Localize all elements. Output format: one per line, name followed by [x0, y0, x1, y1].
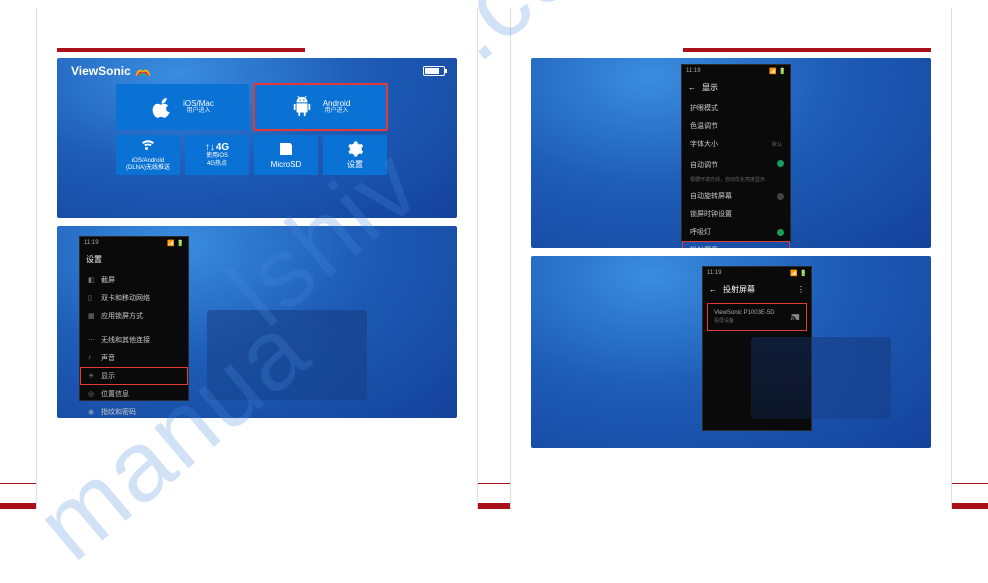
- phone-header: 设置: [80, 250, 188, 269]
- back-icon[interactable]: ←: [709, 285, 717, 294]
- tile-title: Android: [323, 99, 351, 109]
- status-icons: 📶 🔋: [167, 240, 184, 247]
- phone-header[interactable]: ←显示: [682, 78, 790, 97]
- battery-icon: [423, 66, 445, 76]
- phone-header[interactable]: ←投射屏幕 ⋮: [703, 280, 811, 299]
- settings-item[interactable]: ⋯无线和其他连接: [80, 331, 188, 349]
- settings-item[interactable]: ◎位置信息: [80, 385, 188, 403]
- tile-title: iOS/Android: [126, 158, 170, 165]
- status-time: 11:19: [707, 270, 722, 277]
- menu-icon[interactable]: ⋮: [797, 285, 805, 294]
- toggle-on[interactable]: [777, 229, 784, 236]
- tile-sub: (DLNA)无线推送: [126, 165, 170, 172]
- display-item-cast-screen[interactable]: 投射屏幕: [682, 241, 790, 248]
- tile-settings[interactable]: 设置: [323, 135, 387, 175]
- display-item[interactable]: 色温调节: [682, 117, 790, 135]
- settings-item[interactable]: ♪声音: [80, 349, 188, 367]
- viewsonic-logo: ViewSonic: [71, 64, 152, 78]
- status-icons: 📶 🔋: [790, 270, 807, 277]
- tile-sub: 用户进入: [323, 108, 351, 115]
- tile-ios-mac[interactable]: iOS/Mac用户进入: [116, 84, 249, 130]
- cast-icon: [790, 313, 800, 321]
- phone-cast-screenshot: 11:19 📶 🔋 ←投射屏幕 ⋮ ViewSonic P1003E-5D 投屏设…: [531, 256, 931, 448]
- tile-dlna[interactable]: iOS/Android(DLNA)无线推送: [116, 135, 180, 175]
- toggle-off[interactable]: [777, 193, 784, 200]
- page-divider: [683, 48, 931, 52]
- settings-item[interactable]: ▦应用锁屏方式: [80, 307, 188, 325]
- display-item[interactable]: 字体大小默认: [682, 135, 790, 153]
- phone-settings-screenshot: 11:19 📶 🔋 设置 ◧截屏 ▯双卡和移动网络 ▦应用锁屏方式 ⋯无线和其他连…: [57, 226, 457, 418]
- phone-display-screenshot: 11:19 📶 🔋 ←显示 护眼模式 色温调节 字体大小默认 自动调节根据环境光线…: [531, 58, 931, 248]
- device-status: 投屏设备: [714, 316, 775, 324]
- display-item-breathing-light[interactable]: 呼吸灯: [682, 223, 790, 241]
- tile-title: 使用iOS: [206, 153, 228, 160]
- tile-title: iOS/Mac: [183, 99, 214, 109]
- display-item[interactable]: 护眼模式: [682, 99, 790, 117]
- cast-device-entry[interactable]: ViewSonic P1003E-5D 投屏设备: [707, 303, 807, 331]
- tile-sub: 4G热点: [206, 161, 228, 168]
- tile-title: 设置: [347, 160, 363, 170]
- phone-display: 11:19 📶 🔋 ←显示 护眼模式 色温调节 字体大小默认 自动调节根据环境光线…: [681, 64, 791, 242]
- back-icon[interactable]: ←: [688, 83, 696, 92]
- manual-page-right: 11:19 📶 🔋 ←显示 护眼模式 色温调节 字体大小默认 自动调节根据环境光线…: [510, 8, 952, 509]
- page-divider: [57, 48, 305, 52]
- display-item[interactable]: 锁屏时钟设置: [682, 205, 790, 223]
- device-name: ViewSonic P1003E-5D: [714, 310, 775, 316]
- display-item-auto-rotate[interactable]: 自动旋转屏幕: [682, 187, 790, 205]
- display-item-auto-brightness[interactable]: 自动调节根据环境光线，自动优化亮度显示: [682, 156, 790, 187]
- status-time: 11:19: [686, 68, 701, 75]
- tile-title: MicroSD: [271, 160, 302, 170]
- status-time: 11:19: [84, 240, 99, 247]
- phone-settings: 11:19 📶 🔋 设置 ◧截屏 ▯双卡和移动网络 ▦应用锁屏方式 ⋯无线和其他连…: [79, 236, 189, 401]
- settings-item[interactable]: ◉指纹和密码: [80, 403, 188, 418]
- projector-home-screenshot: ViewSonic iOS/Mac用户进入 Android用户进入 iOS/An…: [57, 58, 457, 218]
- status-icons: 📶 🔋: [769, 68, 786, 75]
- tile-sub: 用户进入: [183, 108, 214, 115]
- tile-microsd[interactable]: MicroSD: [254, 135, 318, 175]
- settings-item-display[interactable]: ☀显示: [80, 367, 188, 385]
- tile-android[interactable]: Android用户进入: [254, 84, 387, 130]
- settings-item[interactable]: ▯双卡和移动网络: [80, 289, 188, 307]
- toggle-on[interactable]: [777, 160, 784, 167]
- settings-item[interactable]: ◧截屏: [80, 271, 188, 289]
- background-panel: [751, 337, 891, 419]
- manual-page-left: ViewSonic iOS/Mac用户进入 Android用户进入 iOS/An…: [36, 8, 478, 509]
- tile-4g-hotspot[interactable]: ↑↓4G 使用iOS4G热点: [185, 135, 249, 175]
- background-panel: [207, 310, 367, 400]
